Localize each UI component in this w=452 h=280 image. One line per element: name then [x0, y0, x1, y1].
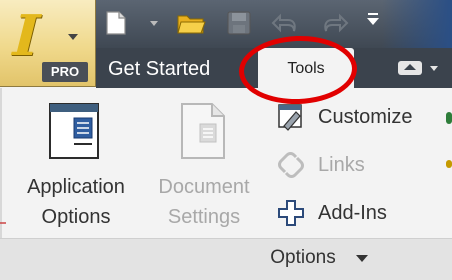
application-menu-button[interactable]: I PRO [0, 0, 96, 87]
document-settings-icon [181, 103, 225, 159]
edge-arrow-icon [0, 222, 6, 224]
add-ins-icon [278, 200, 304, 226]
customize-button[interactable]: Customize [276, 102, 452, 132]
app-logo: I [4, 3, 48, 69]
links-button[interactable]: Links [276, 150, 452, 180]
open-icon[interactable] [176, 10, 206, 36]
document-settings-label-2: Settings [167, 206, 241, 228]
document-settings-label-1: Document [158, 176, 250, 198]
add-ins-button[interactable]: Add-Ins [276, 198, 452, 228]
customize-icon [278, 104, 302, 131]
panel-footer [0, 238, 452, 280]
chevron-down-icon[interactable] [356, 255, 368, 262]
application-options-label-1: Application [27, 176, 125, 198]
undo-icon[interactable] [270, 10, 300, 36]
chevron-down-icon [68, 34, 78, 40]
title-bar-background [382, 0, 452, 48]
partial-icon [446, 160, 452, 168]
new-icon[interactable] [104, 10, 128, 36]
customize-label: Customize [318, 106, 413, 128]
links-label: Links [318, 154, 365, 176]
tab-get-started[interactable]: Get Started [108, 50, 232, 88]
partial-icon [446, 112, 452, 124]
pro-badge: PRO [42, 62, 88, 82]
links-icon [278, 152, 304, 178]
application-options-label-2: Options [41, 206, 111, 228]
add-ins-label: Add-Ins [318, 202, 387, 224]
application-options-icon [49, 103, 99, 159]
save-icon[interactable] [226, 10, 252, 36]
ribbon-minimize-icon[interactable] [396, 58, 442, 78]
more-icon[interactable] [366, 12, 380, 26]
redo-icon[interactable] [320, 10, 350, 36]
new-dropdown-chevron-icon[interactable] [150, 21, 158, 26]
